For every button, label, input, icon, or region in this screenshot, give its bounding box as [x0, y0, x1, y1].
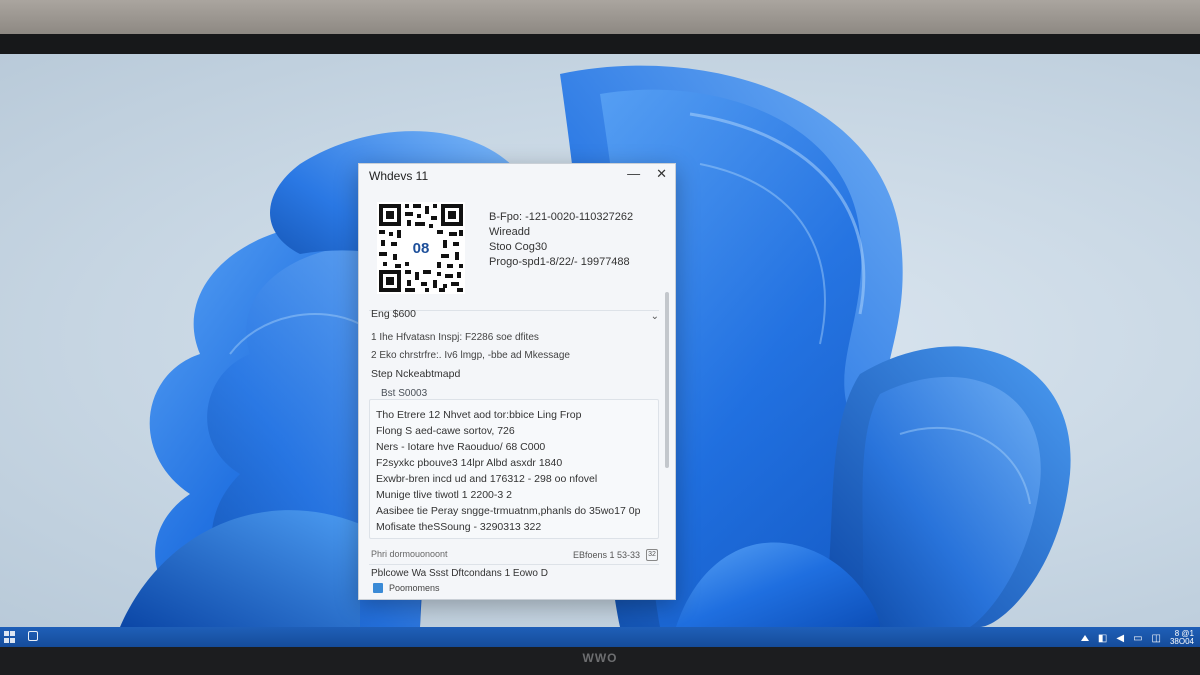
- chevron-down-icon[interactable]: ⌄: [651, 311, 659, 322]
- window-controls: — ✕: [627, 166, 667, 182]
- checkbox-icon[interactable]: [373, 583, 383, 593]
- clock[interactable]: 8 @1 38O04: [1170, 630, 1194, 646]
- system-tray: ◧ ◀ ▭ ◫ 8 @1 38O04: [1080, 630, 1194, 646]
- info-line-2: Wireadd: [489, 226, 530, 238]
- footer-checkbox-label: Poomomens: [389, 583, 440, 593]
- network-icon[interactable]: ◧: [1098, 633, 1107, 644]
- step-item-2: 2 Eko chrstrfre:. Iv6 lmgp, -bbe ad Mkes…: [371, 350, 570, 361]
- title-bar[interactable]: Whdevs 11 — ✕: [359, 164, 675, 186]
- step-item-3: Step Nckeabtmapd: [371, 368, 461, 380]
- step-item-1: 1 Ihe Hfvatasn Inspj: F2286 soe dfites: [371, 332, 539, 343]
- show-hidden-icons-icon[interactable]: [1080, 635, 1089, 641]
- window-title: Whdevs 11: [369, 169, 429, 183]
- minimize-button[interactable]: —: [627, 166, 640, 182]
- footer-checkbox[interactable]: Poomomens: [373, 583, 440, 593]
- close-button[interactable]: ✕: [656, 166, 667, 182]
- scrollbar-thumb[interactable]: [665, 292, 669, 468]
- details-panel-header: Bst S0003: [377, 388, 432, 399]
- footer-badge[interactable]: 32: [646, 549, 659, 561]
- details-line: Mofisate theSSoung - 3290313 322: [376, 521, 542, 533]
- info-line-1: B-Fpo: -121-0020-110327262: [489, 211, 634, 223]
- start-button[interactable]: [4, 631, 16, 643]
- section-header[interactable]: Eng $600: [371, 308, 416, 320]
- details-line: Tho Etrere 12 Nhvet aod tor:bbice Ling F…: [376, 409, 582, 421]
- info-line-3: Stoo Cog30: [489, 241, 548, 253]
- qr-center-label: 08: [413, 240, 430, 257]
- footer-line: Pblcowe Wa Ssst Dftcondans 1 Eowo D: [371, 568, 548, 579]
- device-info: B-Fpo: -121-0020-110327262 Wireadd Stoo …: [489, 210, 633, 270]
- taskbar: ◧ ◀ ▭ ◫ 8 @1 38O04: [0, 627, 1200, 647]
- clock-date: 38O04: [1169, 637, 1194, 646]
- info-line-4: Progo-spd1-8/22/- 19977488: [489, 256, 630, 268]
- footer-meta: EBfoens 1 53-33 32: [573, 549, 659, 561]
- footer-status: Phri dormouonoont: [371, 549, 448, 559]
- monitor-brand: WWO: [582, 651, 618, 665]
- task-view-icon[interactable]: [28, 631, 38, 641]
- battery-icon[interactable]: ▭: [1133, 633, 1142, 644]
- details-lines: Tho Etrere 12 Nhvet aod tor:bbice Ling F…: [376, 407, 640, 535]
- footer-divider: [369, 564, 659, 565]
- details-line: Ners - Iotare hve Raouduo/ 68 C000: [376, 441, 546, 453]
- details-line: Flong S aed-cawe sortov, 726: [376, 425, 515, 437]
- details-line: Munige tlive tiwotl 1 2200-3 2: [376, 489, 512, 501]
- details-line: F2syxkc pbouve3 14lpr Albd asxdr 1840: [376, 457, 563, 469]
- qr-code: 08: [377, 202, 465, 294]
- footer-meta-text: EBfoens 1 53-33: [573, 550, 641, 560]
- details-line: Aasibee tie Peray sngge-trmuatnm,phanls …: [376, 505, 641, 517]
- details-line: Exwbr-bren incd ud and 176312 - 298 oo n…: [376, 473, 598, 485]
- info-dialog-window[interactable]: Whdevs 11 — ✕ 08 B-Fpo: -121-0020-110327…: [358, 163, 676, 600]
- volume-icon[interactable]: ◀: [1116, 633, 1124, 644]
- wall-background: [0, 0, 1200, 36]
- chat-icon[interactable]: ◫: [1152, 633, 1161, 644]
